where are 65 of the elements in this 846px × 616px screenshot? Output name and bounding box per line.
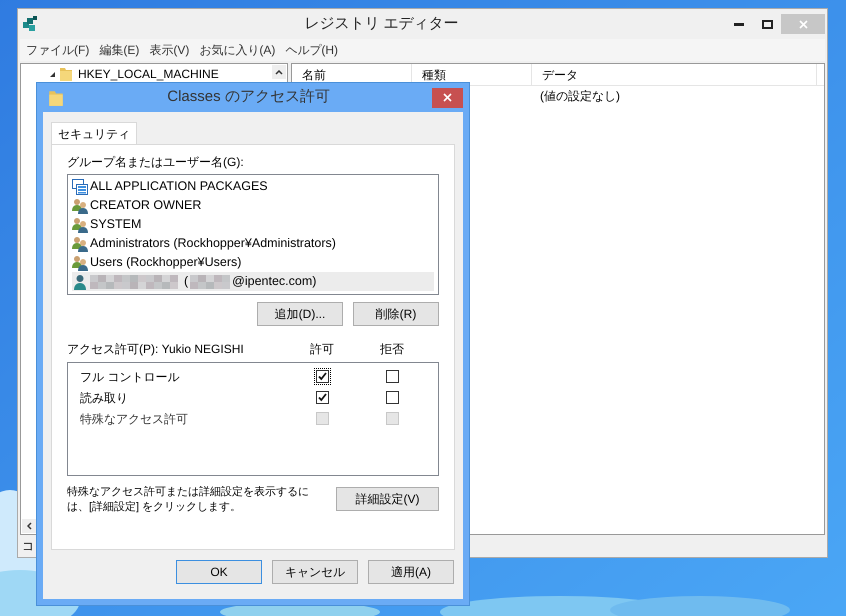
column-header[interactable]: データ	[532, 64, 817, 85]
user-group-icon	[72, 216, 88, 232]
close-icon	[443, 93, 452, 102]
checkbox[interactable]	[384, 368, 400, 385]
close-icon	[798, 20, 808, 28]
minimize-icon	[734, 22, 744, 26]
user-group-icon	[72, 198, 88, 214]
advanced-hint: 特殊なアクセス許可または詳細設定を表示するには、[詳細設定] をクリックします。	[67, 485, 310, 515]
app-package-icon	[72, 178, 88, 194]
list-item[interactable]: Users (Rockhopper¥Users)	[72, 253, 434, 272]
column-header: 許可	[309, 341, 335, 358]
user-group-icon	[72, 236, 88, 252]
folder-icon	[47, 88, 65, 106]
menu-item[interactable]: お気に入り(A)	[199, 41, 276, 59]
checkbox[interactable]	[384, 389, 400, 406]
user-group-icon	[72, 254, 88, 270]
permission-name: フル コントロール	[80, 368, 180, 386]
list-item[interactable]: CREATOR OWNER	[72, 196, 434, 215]
expanded-arrow-icon[interactable]	[49, 70, 56, 78]
dialog-button[interactable]: OK	[176, 560, 262, 584]
permissions-label: アクセス許可(P): Yukio NEGISHI	[67, 341, 245, 358]
list-item-text: Administrators (Rockhopper¥Administrators)	[90, 235, 336, 252]
cubes-icon	[22, 16, 38, 32]
checkmark-icon	[318, 372, 326, 381]
status-bar-text: コ	[22, 538, 34, 555]
list-item-text: CREATOR OWNER	[90, 197, 202, 214]
scroll-left-button[interactable]	[22, 519, 36, 533]
list-item-text: ALL APPLICATION PACKAGES	[90, 178, 268, 196]
menu-item[interactable]: 編集(E)	[99, 41, 140, 59]
checkbox[interactable]	[314, 368, 330, 385]
list-item[interactable]: SYSTEM	[72, 215, 434, 234]
maximize-icon	[762, 20, 772, 28]
scroll-up-button[interactable]	[272, 65, 286, 79]
checkmark-icon	[318, 393, 326, 402]
tree-item[interactable]: HKEY_LOCAL_MACHINE	[78, 65, 219, 83]
left-caret-icon	[26, 522, 32, 530]
tab[interactable]: セキュリティ	[51, 122, 137, 145]
list-item[interactable]: Administrators (Rockhopper¥Administrators)	[72, 234, 434, 253]
dialog-button[interactable]: 詳細設定(V)	[336, 487, 439, 511]
list-item-text: @ipentec.com)	[232, 273, 316, 290]
menu-item[interactable]: ヘルプ(H)	[285, 41, 338, 59]
checkbox[interactable]	[314, 389, 330, 406]
menu-item[interactable]: 表示(V)	[149, 41, 190, 59]
list-item-text: Users (Rockhopper¥Users)	[90, 254, 242, 272]
dialog-button[interactable]: キャンセル	[272, 560, 358, 584]
permission-name: 読み取り	[80, 390, 129, 406]
dialog-title: Classes のアクセス許可	[166, 87, 331, 108]
menu-item[interactable]: ファイル(F)	[26, 41, 90, 59]
dialog-button[interactable]: 削除(R)	[353, 302, 439, 326]
dialog-button[interactable]: 適用(A)	[368, 560, 454, 584]
dialog-button[interactable]: 追加(D)...	[257, 302, 343, 326]
user-icon	[72, 274, 88, 290]
list-item[interactable]: ALL APPLICATION PACKAGES	[72, 177, 434, 196]
blurred-name-drawing	[190, 274, 230, 288]
up-caret-icon	[275, 70, 283, 74]
permission-name: 特殊なアクセス許可	[80, 410, 189, 428]
column-header: 拒否	[379, 341, 405, 358]
list-item-text: SYSTEM	[90, 216, 142, 234]
list-item-text: (	[184, 273, 188, 290]
window-title: レジストリ エディター	[303, 14, 460, 34]
table-cell-text: (値の設定なし)	[539, 88, 620, 105]
folder-icon	[58, 66, 74, 82]
group-list-label: グループ名またはユーザー名(G):	[67, 154, 245, 171]
close-button[interactable]	[432, 88, 463, 108]
list-item[interactable]: ( @ipentec.com)	[72, 272, 434, 291]
